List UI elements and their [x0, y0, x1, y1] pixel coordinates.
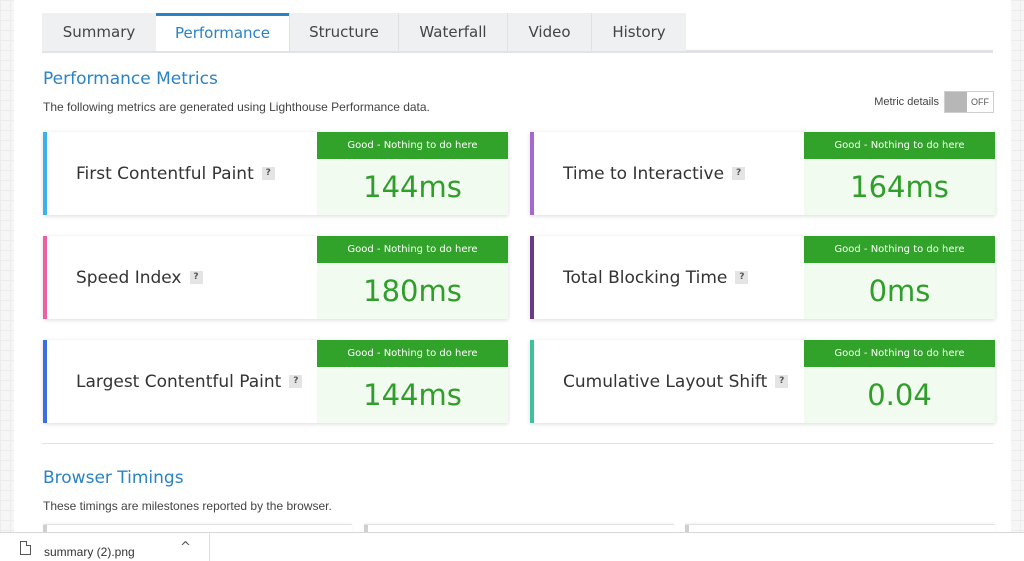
tab-structure[interactable]: Structure [289, 13, 398, 51]
switch-state: OFF [971, 97, 989, 107]
metric-label-row: Speed Index ? [76, 236, 203, 319]
download-item[interactable]: summary (2).png ^ [0, 533, 210, 561]
grade-badge: Good - Nothing to do here [804, 340, 995, 367]
help-icon[interactable]: ? [261, 167, 275, 180]
help-icon[interactable]: ? [189, 271, 203, 284]
metric-value-box: Good - Nothing to do here 180ms [317, 236, 508, 319]
switch-knob [945, 92, 967, 112]
metric-label-row: Time to Interactive ? [563, 132, 746, 215]
performance-metrics-title: Performance Metrics [43, 69, 218, 89]
report-panel: Summary Performance Structure Waterfall … [14, 0, 1011, 533]
grade-badge: Good - Nothing to do here [804, 236, 995, 263]
report-tabs: Summary Performance Structure Waterfall … [42, 13, 993, 53]
file-icon [20, 541, 31, 555]
metric-label-row: Cumulative Layout Shift ? [563, 340, 789, 423]
metric-card-largest-contentful-paint: Largest Contentful Paint ? Good - Nothin… [43, 340, 508, 423]
metric-label: Largest Contentful Paint [76, 371, 282, 392]
grade-badge: Good - Nothing to do here [317, 132, 508, 159]
browser-timings-title: Browser Timings [43, 468, 184, 488]
timing-card [364, 524, 674, 533]
metric-value: 164ms [850, 170, 949, 204]
card-accent [530, 132, 534, 215]
grade-badge: Good - Nothing to do here [804, 132, 995, 159]
metric-card-time-to-interactive: Time to Interactive ? Good - Nothing to … [530, 132, 995, 215]
section-divider [42, 443, 993, 444]
help-icon[interactable]: ? [732, 167, 746, 180]
metric-label: Total Blocking Time [563, 267, 728, 288]
card-accent [43, 236, 47, 319]
metric-label-row: First Contentful Paint ? [76, 132, 275, 215]
metric-value: 180ms [363, 274, 462, 308]
help-icon[interactable]: ? [289, 375, 303, 388]
metric-label: Cumulative Layout Shift [563, 371, 768, 392]
download-bar: summary (2).png ^ [0, 532, 1024, 561]
metric-card-speed-index: Speed Index ? Good - Nothing to do here … [43, 236, 508, 319]
metric-value-box: Good - Nothing to do here 144ms [317, 340, 508, 423]
metric-details-toggle: Metric details OFF [874, 91, 994, 113]
metric-label: Time to Interactive [563, 163, 725, 184]
metric-label: First Contentful Paint [76, 163, 254, 184]
performance-metrics-description: The following metrics are generated usin… [43, 100, 430, 114]
timing-card [43, 524, 352, 533]
card-accent [43, 340, 47, 423]
tab-waterfall[interactable]: Waterfall [398, 13, 507, 51]
download-file-name: summary (2).png [44, 545, 135, 559]
timing-card [685, 524, 995, 533]
metric-value: 144ms [363, 378, 462, 412]
tab-performance[interactable]: Performance [156, 13, 289, 51]
browser-timings-description: These timings are milestones reported by… [43, 499, 332, 513]
metric-value: 144ms [363, 170, 462, 204]
tab-history[interactable]: History [591, 13, 686, 51]
tab-summary[interactable]: Summary [42, 13, 156, 51]
grade-badge: Good - Nothing to do here [317, 340, 508, 367]
card-accent [530, 236, 534, 319]
metric-value-box: Good - Nothing to do here 144ms [317, 132, 508, 215]
metric-value: 0ms [868, 274, 931, 308]
metric-value-box: Good - Nothing to do here 164ms [804, 132, 995, 215]
metric-card-total-blocking-time: Total Blocking Time ? Good - Nothing to … [530, 236, 995, 319]
tab-video[interactable]: Video [507, 13, 591, 51]
metric-label-row: Total Blocking Time ? [563, 236, 749, 319]
metric-value-box: Good - Nothing to do here 0ms [804, 236, 995, 319]
metric-value-box: Good - Nothing to do here 0.04 [804, 340, 995, 423]
metric-details-switch[interactable]: OFF [944, 91, 994, 113]
help-icon[interactable]: ? [735, 271, 749, 284]
chevron-up-icon[interactable]: ^ [180, 540, 191, 555]
metric-card-first-contentful-paint: First Contentful Paint ? Good - Nothing … [43, 132, 508, 215]
grade-badge: Good - Nothing to do here [317, 236, 508, 263]
help-icon[interactable]: ? [775, 375, 789, 388]
metric-value: 0.04 [867, 378, 932, 412]
card-accent [530, 340, 534, 423]
metric-label-row: Largest Contentful Paint ? [76, 340, 303, 423]
metric-details-label: Metric details [874, 96, 939, 108]
card-accent [43, 132, 47, 215]
metric-label: Speed Index [76, 267, 182, 288]
metric-card-cumulative-layout-shift: Cumulative Layout Shift ? Good - Nothing… [530, 340, 995, 423]
